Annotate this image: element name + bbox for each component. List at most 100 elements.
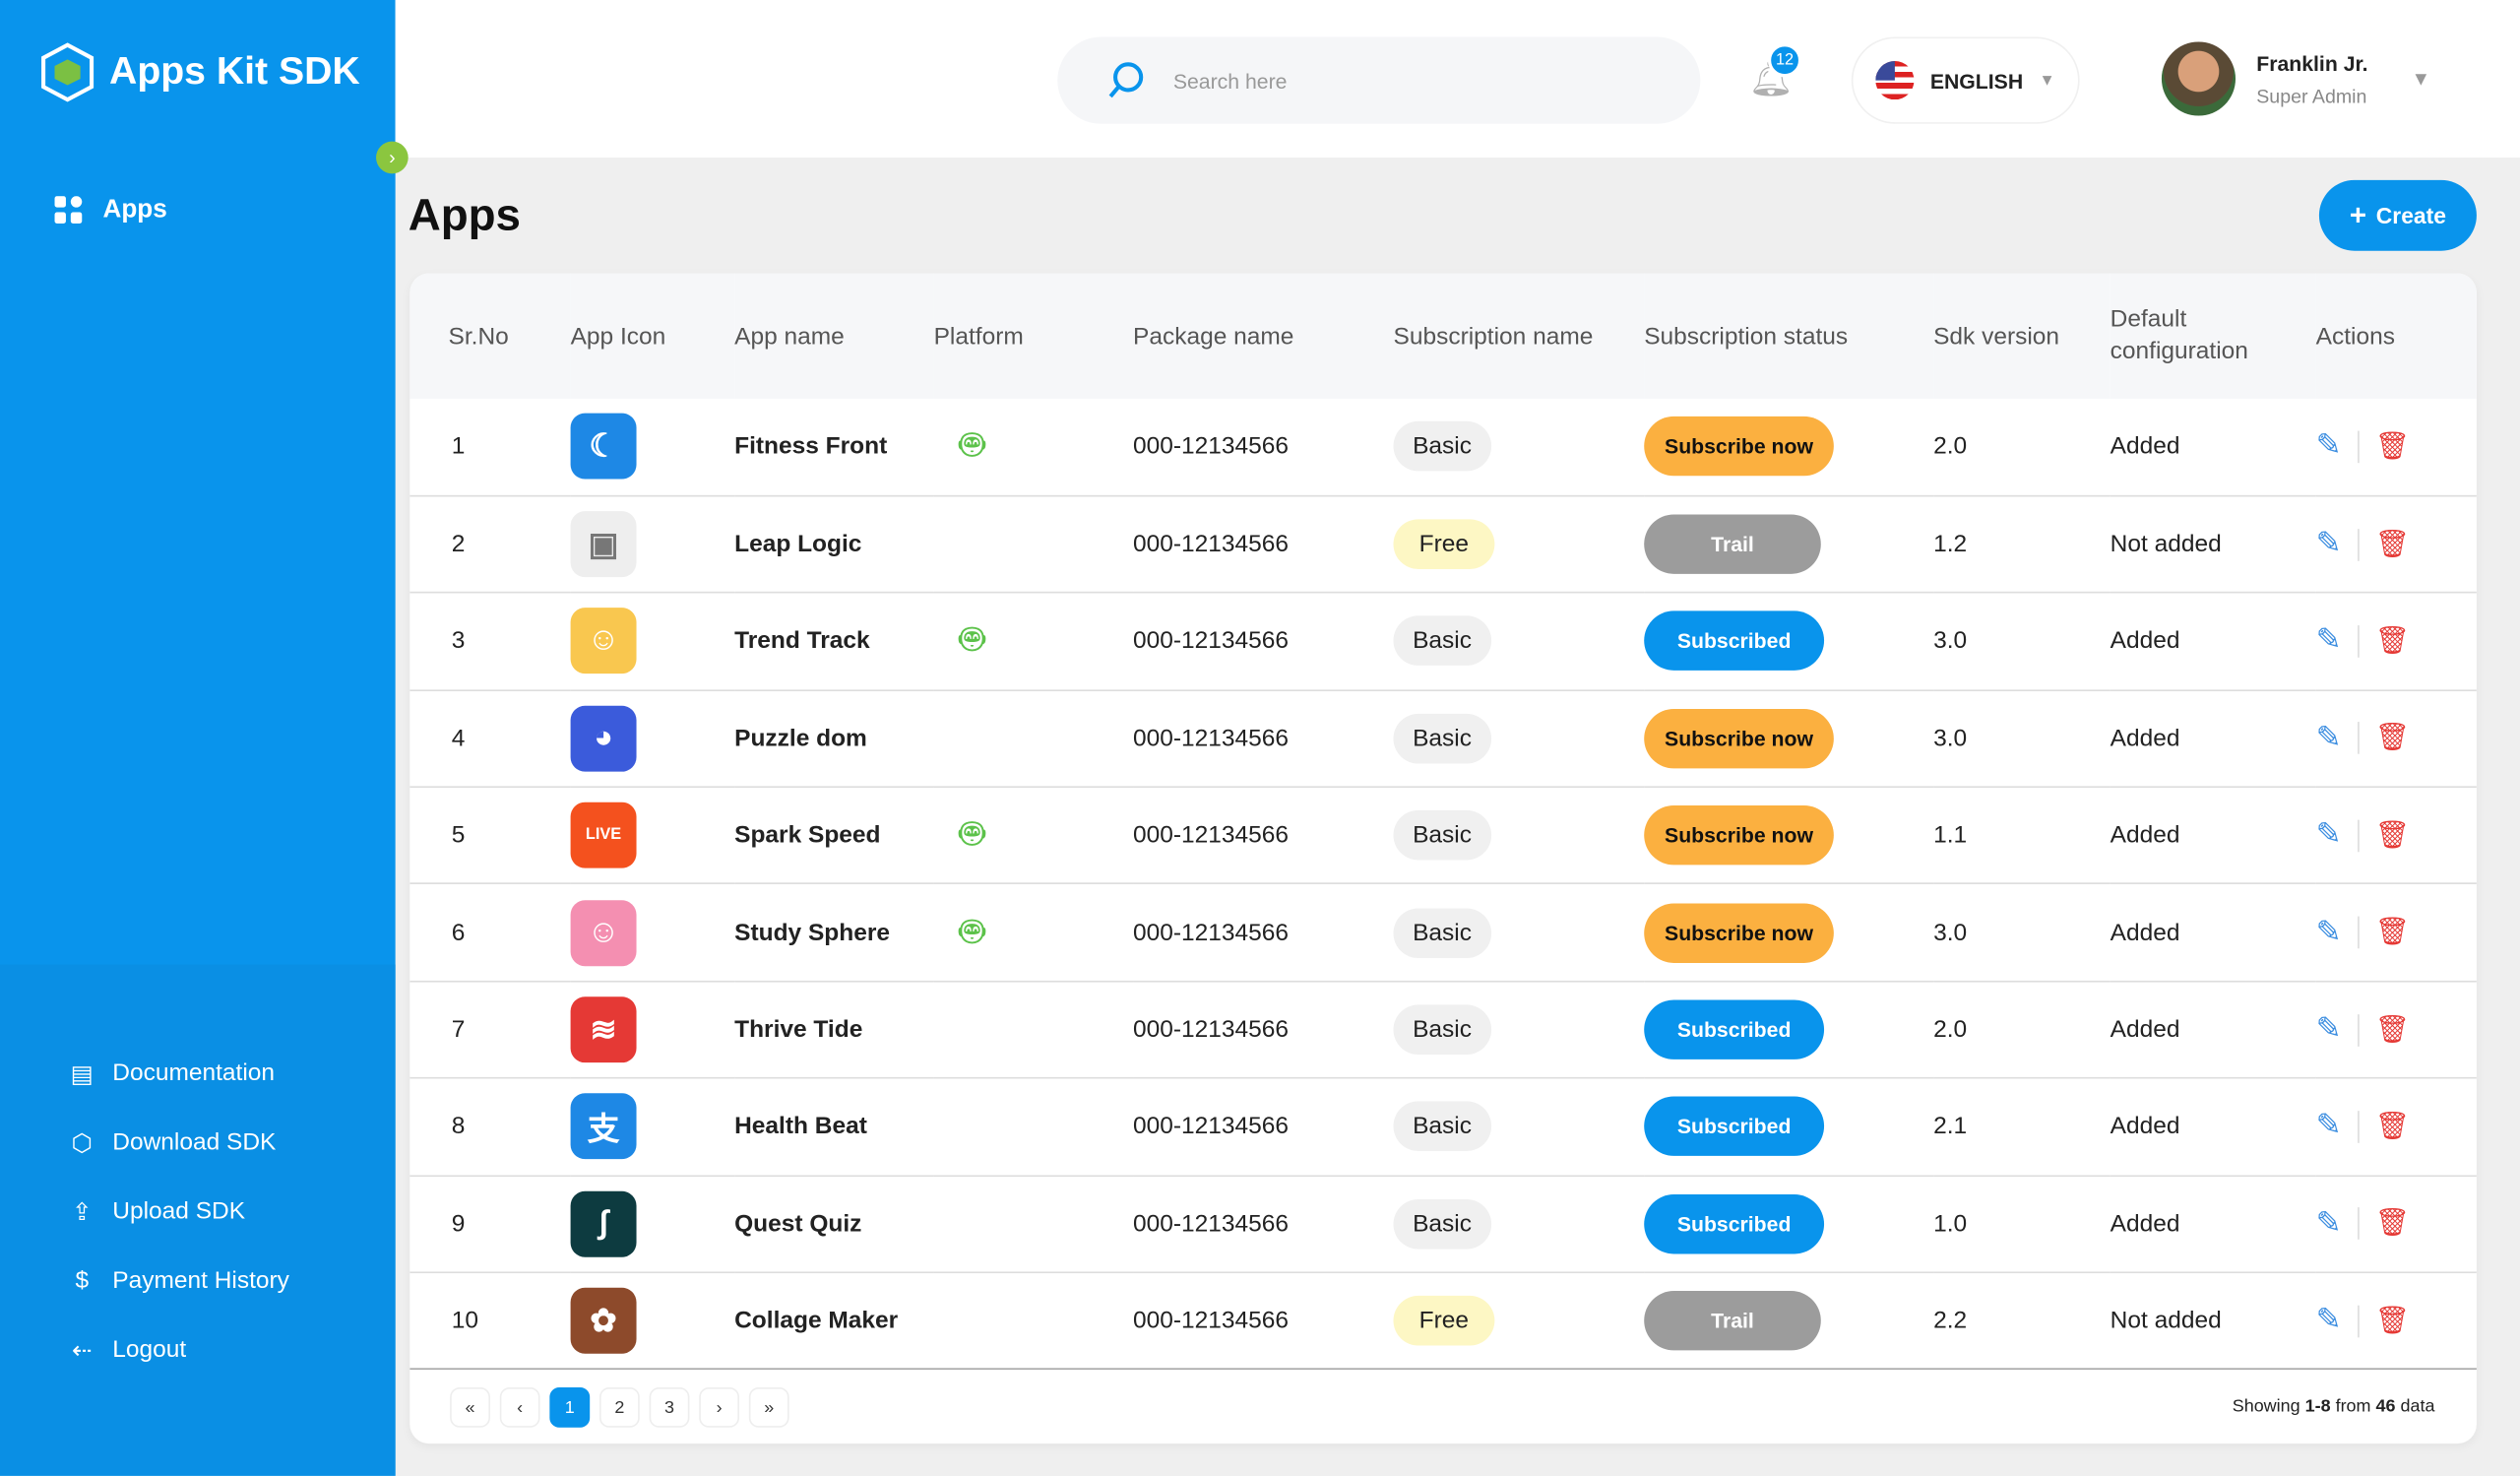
- edit-icon[interactable]: ✎: [2316, 817, 2342, 855]
- default-configuration: Not added: [2110, 530, 2222, 558]
- edit-icon[interactable]: ✎: [2316, 526, 2342, 563]
- package-name: 000-12134566: [1133, 1210, 1290, 1238]
- column-header: Subscription name: [1393, 322, 1594, 351]
- app-name: Study Sphere: [734, 919, 890, 947]
- subscription-name: Basic: [1393, 616, 1491, 667]
- divider: [410, 1368, 2477, 1371]
- subscription-status-button[interactable]: Subscribed: [1644, 611, 1825, 672]
- sidebar-toggle-chevron-icon[interactable]: ›: [376, 141, 409, 174]
- sdk-version: 1.0: [1933, 1210, 1968, 1238]
- app-name: Quest Quiz: [734, 1210, 862, 1238]
- app-icon: ☺: [570, 899, 637, 966]
- avatar: [2161, 41, 2236, 116]
- sr-no: 3: [451, 627, 466, 656]
- sidebar-item-label: Apps: [102, 196, 167, 224]
- package-name: 000-12134566: [1133, 530, 1290, 558]
- language-label: ENGLISH: [1929, 68, 2024, 93]
- app-name: Leap Logic: [734, 530, 862, 558]
- subscription-status-button[interactable]: Trail: [1644, 514, 1821, 574]
- sr-no: 5: [451, 821, 466, 850]
- app-name: Collage Maker: [734, 1307, 899, 1335]
- table-row: 8 支 Health Beat 000-12134566 Basic Subsc…: [410, 1078, 2477, 1176]
- next-page-button[interactable]: ›: [699, 1386, 740, 1428]
- edit-icon[interactable]: ✎: [2316, 720, 2342, 757]
- column-header: Platform: [933, 322, 1024, 351]
- last-page-button[interactable]: »: [748, 1386, 789, 1428]
- subscription-status-button[interactable]: Subscribe now: [1644, 417, 1834, 477]
- edit-icon[interactable]: ✎: [2316, 1011, 2342, 1049]
- app-icon: ◕: [570, 705, 637, 772]
- table-row: 3 ☺ Trend Track 🤖︎ 000-12134566 Basic Su…: [410, 593, 2477, 690]
- plus-icon: +: [2349, 198, 2367, 231]
- subscription-status-button[interactable]: Subscribe now: [1644, 708, 1834, 769]
- default-configuration: Added: [2110, 1015, 2180, 1044]
- divider: [2357, 722, 2360, 755]
- sr-no: 10: [451, 1307, 479, 1335]
- subscription-name: Basic: [1393, 1102, 1491, 1152]
- showing-count: Showing 1-8 from 46 data: [2232, 1396, 2435, 1417]
- trash-icon[interactable]: 🗑︎: [2375, 625, 2410, 658]
- edit-icon[interactable]: ✎: [2316, 428, 2342, 466]
- edit-icon[interactable]: ✎: [2316, 623, 2342, 661]
- package-name: 000-12134566: [1133, 1113, 1290, 1141]
- subscription-name: Free: [1393, 519, 1495, 570]
- search-input[interactable]: Search here: [1057, 36, 1701, 124]
- apps-table-card: Sr.No App Icon App name Platform Package nam…: [410, 273, 2477, 1444]
- subscription-name: Basic: [1393, 421, 1491, 473]
- subscription-name: Basic: [1393, 1004, 1491, 1056]
- divider: [2357, 916, 2360, 949]
- sidebar-item-upload-sdk[interactable]: ⇪ Upload SDK: [68, 1177, 289, 1246]
- apps-table: Sr.No App Icon App name Platform Package nam…: [410, 273, 2477, 1371]
- sidebar-item-label: Payment History: [112, 1266, 289, 1295]
- sr-no: 6: [451, 919, 466, 947]
- user-menu[interactable]: Franklin Jr. Super Admin ▼: [2161, 41, 2430, 116]
- sidebar-item-apps[interactable]: Apps: [54, 196, 167, 225]
- subscription-status-button[interactable]: Subscribed: [1644, 999, 1825, 1059]
- subscription-name: Basic: [1393, 713, 1491, 764]
- sidebar-item-documentation[interactable]: ▤ Documentation: [68, 1039, 289, 1108]
- edit-icon[interactable]: ✎: [2316, 1303, 2342, 1340]
- trash-icon[interactable]: 🗑︎: [2375, 1208, 2410, 1241]
- package-name: 000-12134566: [1133, 1015, 1290, 1044]
- prev-page-button[interactable]: ‹: [499, 1386, 540, 1428]
- logo[interactable]: Apps Kit SDK: [38, 41, 360, 102]
- subscription-status-button[interactable]: Subscribe now: [1644, 902, 1834, 963]
- page-1-button[interactable]: 1: [549, 1386, 591, 1428]
- trash-icon[interactable]: 🗑︎: [2375, 1111, 2410, 1143]
- brand-name: Apps Kit SDK: [109, 49, 360, 94]
- sidebar-item-logout[interactable]: ⇠ Logout: [68, 1316, 289, 1384]
- logout-icon: ⇠: [71, 1336, 93, 1365]
- language-select[interactable]: ENGLISH ▼: [1851, 36, 2080, 124]
- subscription-status-button[interactable]: Subscribe now: [1644, 805, 1834, 866]
- trash-icon[interactable]: 🗑︎: [2375, 819, 2410, 852]
- create-button[interactable]: + Create: [2318, 179, 2477, 251]
- trash-icon[interactable]: 🗑︎: [2375, 1305, 2410, 1337]
- subscription-status-button[interactable]: Subscribed: [1644, 1193, 1825, 1254]
- first-page-button[interactable]: «: [450, 1386, 490, 1428]
- subscription-status-button[interactable]: Trail: [1644, 1291, 1821, 1351]
- trash-icon[interactable]: 🗑︎: [2375, 430, 2410, 463]
- dollar-icon: $: [75, 1266, 90, 1295]
- package-name: 000-12134566: [1133, 919, 1290, 947]
- table-row: 10 ✿ Collage Maker 000-12134566 Free Tra…: [410, 1272, 2477, 1370]
- edit-icon[interactable]: ✎: [2316, 1205, 2342, 1243]
- trash-icon[interactable]: 🗑︎: [2375, 528, 2410, 560]
- sdk-version: 2.2: [1933, 1307, 1968, 1335]
- edit-icon[interactable]: ✎: [2316, 914, 2342, 951]
- package-name: 000-12134566: [1133, 432, 1290, 461]
- sidebar-item-payment-history[interactable]: $ Payment History: [68, 1246, 289, 1315]
- sr-no: 9: [451, 1210, 466, 1238]
- page-2-button[interactable]: 2: [598, 1386, 640, 1428]
- trash-icon[interactable]: 🗑︎: [2375, 723, 2410, 755]
- sdk-version: 1.2: [1933, 530, 1968, 558]
- android-icon: 🤖︎: [959, 906, 985, 955]
- app-name: Puzzle dom: [734, 725, 867, 752]
- sidebar-item-download-sdk[interactable]: ⬡ Download SDK: [68, 1108, 289, 1177]
- trash-icon[interactable]: 🗑︎: [2375, 917, 2410, 949]
- subscription-status-button[interactable]: Subscribed: [1644, 1097, 1825, 1157]
- divider: [2357, 430, 2360, 464]
- trash-icon[interactable]: 🗑︎: [2375, 1013, 2410, 1046]
- page-3-button[interactable]: 3: [649, 1386, 690, 1428]
- app-icon: ▣: [570, 511, 637, 578]
- edit-icon[interactable]: ✎: [2316, 1109, 2342, 1146]
